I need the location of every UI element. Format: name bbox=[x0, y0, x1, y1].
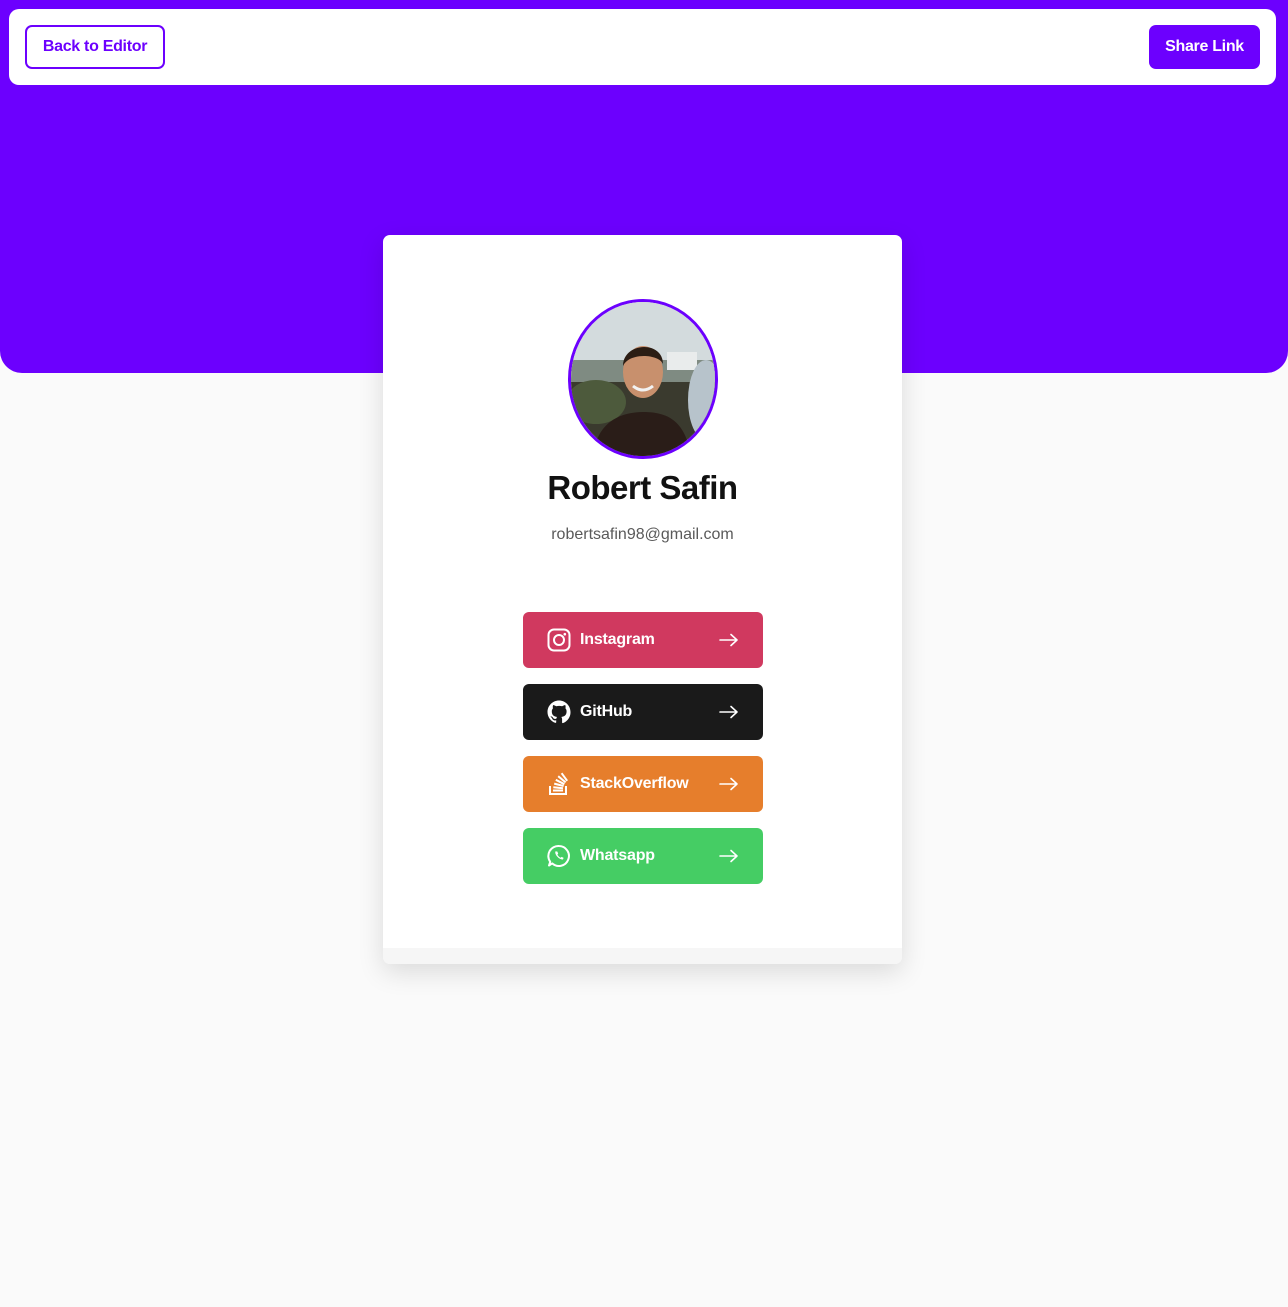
arrow-right-icon bbox=[718, 845, 740, 867]
link-label: StackOverflow bbox=[580, 775, 689, 792]
profile-name: Robert Safin bbox=[547, 469, 738, 506]
link-github[interactable]: GitHub bbox=[523, 684, 763, 740]
arrow-right-icon bbox=[718, 629, 740, 651]
instagram-icon bbox=[546, 627, 572, 653]
arrow-right-icon bbox=[718, 701, 740, 723]
link-whatsapp[interactable]: Whatsapp bbox=[523, 828, 763, 884]
github-icon bbox=[546, 699, 572, 725]
profile-email: robertsafin98@gmail.com bbox=[551, 526, 734, 543]
card-footer bbox=[383, 948, 902, 964]
link-stackoverflow[interactable]: StackOverflow bbox=[523, 756, 763, 812]
profile-card: Robert Safin robertsafin98@gmail.com Ins… bbox=[383, 235, 902, 964]
whatsapp-icon bbox=[546, 843, 572, 869]
back-to-editor-button[interactable]: Back to Editor bbox=[25, 25, 165, 69]
link-instagram[interactable]: Instagram bbox=[523, 612, 763, 668]
stackoverflow-icon bbox=[546, 771, 572, 797]
arrow-right-icon bbox=[718, 773, 740, 795]
top-bar: Back to Editor Share Link bbox=[9, 9, 1276, 85]
avatar bbox=[568, 299, 718, 459]
link-label: GitHub bbox=[580, 703, 633, 720]
link-label: Whatsapp bbox=[580, 847, 655, 864]
avatar-photo bbox=[571, 302, 715, 456]
share-link-button[interactable]: Share Link bbox=[1149, 25, 1260, 69]
link-label: Instagram bbox=[580, 631, 655, 648]
